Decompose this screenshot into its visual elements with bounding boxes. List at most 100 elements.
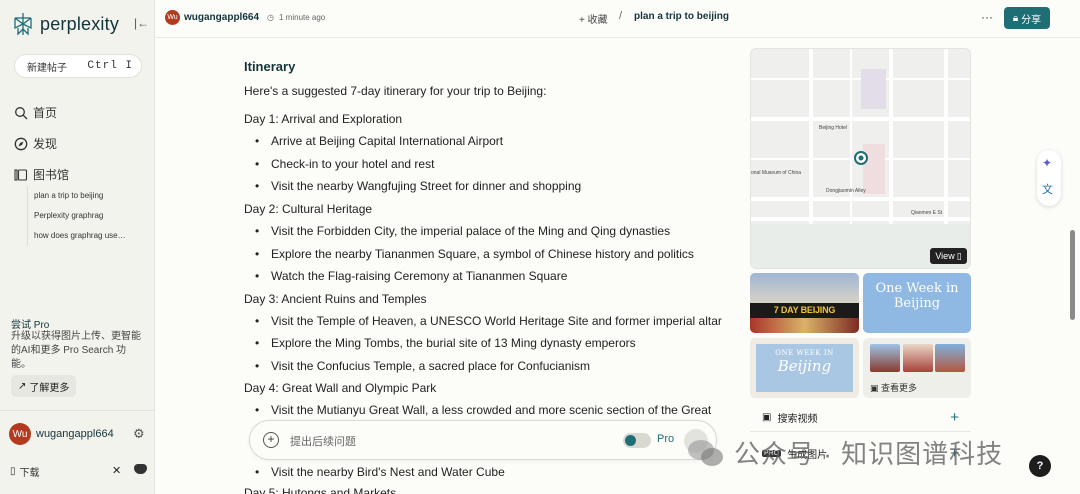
list-item: Check-in to your hotel and rest (255, 157, 434, 171)
sidebar: perplexity |← 新建帖子 Ctrl I 首页 发现 图书馆 plan… (0, 0, 155, 494)
gear-icon[interactable]: ⚙ (133, 426, 145, 442)
pro-promo-description: 升级以获得图片上传、更智能的AI和更多 Pro Search 功能。 (11, 331, 141, 370)
translate-icon[interactable]: 文 (1042, 181, 1053, 197)
map-label: Beijing Hotel (819, 125, 847, 131)
sparkle-icon[interactable]: ✦ (1042, 156, 1052, 170)
followup-input[interactable]: 提出后续问题 (290, 433, 356, 449)
plus-icon: + (950, 409, 959, 426)
avatar: Wu (9, 423, 31, 445)
pro-toggle[interactable] (623, 433, 651, 448)
new-post-button[interactable]: 新建帖子 Ctrl I (14, 54, 142, 78)
list-item: Explore the Ming Tombs, the burial site … (255, 336, 636, 350)
day-heading: Day 5: Hutongs and Markets (244, 486, 397, 494)
clock-icon: ◷ (267, 13, 274, 22)
learn-more-label: 了解更多 (29, 382, 70, 394)
video-icon: ▣ (762, 412, 772, 423)
favorite-label: 收藏 (587, 15, 608, 26)
lock-icon: 🔒︎ (1012, 12, 1019, 24)
sidebar-item-label: 首页 (33, 106, 58, 120)
library-item[interactable]: Perplexity graphrag (34, 206, 126, 226)
user-name: wugangappl664 (36, 428, 114, 440)
wechat-icon (688, 439, 723, 466)
new-post-label: 新建帖子 (27, 62, 67, 74)
day-heading: Day 4: Great Wall and Olympic Park (244, 381, 437, 395)
search-videos-label: 搜索视频 (777, 414, 818, 425)
thumbnail-caption: ONE WEEK IN Beijing (756, 344, 853, 392)
image-icon: ▣ (870, 383, 879, 393)
user-profile[interactable]: Wu wugangappl664 (9, 423, 114, 445)
help-button[interactable]: ? (1029, 455, 1051, 477)
discord-icon[interactable] (134, 464, 147, 474)
x-twitter-icon[interactable]: ✕ (112, 464, 121, 477)
thread-title[interactable]: plan a trip to beijing (634, 11, 729, 22)
map-view-label: View (935, 251, 955, 261)
library-item[interactable]: plan a trip to beijing (34, 186, 126, 206)
share-label: 分享 (1021, 14, 1042, 26)
share-button[interactable]: 🔒︎ 分享 (1004, 7, 1050, 29)
attach-plus-icon[interactable]: + (263, 432, 279, 448)
map-view-button[interactable]: View ▯ (930, 248, 967, 264)
thread-header: Wu wugangappl664 ◷ 1 minute ago + 收藏 / p… (155, 0, 1080, 38)
section-heading: Itinerary (244, 59, 296, 74)
browser-extension-panel: ✦ 文 (1037, 150, 1061, 206)
image-thumbnail[interactable]: ONE WEEK IN Beijing (750, 338, 859, 398)
preview-image (903, 344, 933, 372)
sidebar-nav: 首页 发现 图书馆 (14, 97, 69, 190)
phone-icon: ▯ (10, 466, 16, 477)
day-heading: Day 1: Arrival and Exploration (244, 112, 403, 126)
map-label: Dongjiaomin Alley (826, 188, 866, 194)
sidebar-item-label: 图书馆 (33, 168, 70, 182)
list-item: Visit the Confucius Temple, a sacred pla… (255, 359, 590, 373)
thread-author: Wu wugangappl664 ◷ 1 minute ago (165, 10, 325, 25)
list-item: Visit the Temple of Heaven, a UNESCO Wor… (255, 314, 722, 328)
arrow-up-right-icon: ↗ (18, 380, 27, 392)
plus-icon: + (579, 15, 585, 26)
preview-image (935, 344, 965, 372)
image-thumbnail[interactable]: 7 DAY BEIJING ITINERARY (750, 273, 859, 333)
search-videos-button[interactable]: ▣ 搜索视频 + (750, 404, 971, 432)
sidebar-item-home[interactable]: 首页 (14, 97, 69, 128)
brand-logo[interactable]: perplexity (12, 12, 119, 36)
download-label: 下载 (19, 468, 40, 479)
thumbnail-caption: One Week in Beijing (875, 281, 959, 311)
brand-name: perplexity (40, 13, 120, 34)
list-item: Visit the nearby Wangfujing Street for d… (255, 179, 581, 193)
watermark-text: 公众号 · 知识图谱科技 (734, 439, 1004, 469)
avatar: Wu (165, 10, 180, 25)
perplexity-logo-icon (14, 13, 32, 36)
see-more-images-button[interactable]: ▣ 查看更多 (863, 338, 971, 398)
pro-toggle-label: Pro (657, 433, 675, 445)
preview-image (870, 344, 900, 372)
image-thumbnail[interactable]: One Week in Beijing (863, 273, 971, 333)
list-item: Visit the Forbidden City, the imperial p… (255, 224, 670, 238)
list-item: Visit the nearby Bird's Nest and Water C… (255, 465, 505, 479)
favorite-button[interactable]: + 收藏 (579, 11, 608, 26)
download-button[interactable]: ▯ 下载 (10, 464, 40, 479)
collapse-sidebar-icon[interactable]: |← (134, 16, 149, 30)
sidebar-item-label: 发现 (33, 137, 58, 151)
map-image: Beijing Hotel Qianmen E St Dongjiaomin A… (751, 49, 970, 268)
search-icon (15, 106, 28, 119)
library-item[interactable]: how does graphrag use… (34, 226, 126, 246)
library-list: plan a trip to beijing Perplexity graphr… (27, 186, 126, 246)
map-label: Qianmen E St (911, 210, 943, 216)
thumbnail-caption: 7 DAY BEIJING ITINERARY (750, 303, 859, 330)
see-more-label: 查看更多 (881, 383, 918, 393)
followup-input-bar[interactable]: + 提出后续问题 Pro (249, 420, 717, 460)
day-heading: Day 2: Cultural Heritage (244, 202, 373, 216)
learn-more-button[interactable]: ↗ 了解更多 (11, 375, 77, 397)
list-item: Arrive at Beijing Capital International … (255, 134, 503, 148)
timestamp: 1 minute ago (279, 13, 326, 22)
scrollbar[interactable] (1070, 230, 1075, 320)
map-widget[interactable]: Beijing Hotel Qianmen E St Dongjiaomin A… (750, 48, 971, 269)
day-heading: Day 3: Ancient Ruins and Temples (244, 292, 427, 306)
more-options-icon[interactable]: ··· (981, 10, 993, 24)
compass-icon (14, 137, 28, 150)
intro-text: Here's a suggested 7-day itinerary for y… (244, 84, 547, 98)
breadcrumb-separator: / (619, 10, 623, 22)
wechat-watermark: 公众号 · 知识图谱科技 (686, 434, 1003, 471)
list-item: Watch the Flag-raising Ceremony at Tiana… (255, 269, 567, 283)
sidebar-item-discover[interactable]: 发现 (14, 128, 69, 159)
author-name[interactable]: wugangappl664 (184, 12, 259, 23)
list-item: Visit the Mutianyu Great Wall, a less cr… (255, 403, 711, 417)
